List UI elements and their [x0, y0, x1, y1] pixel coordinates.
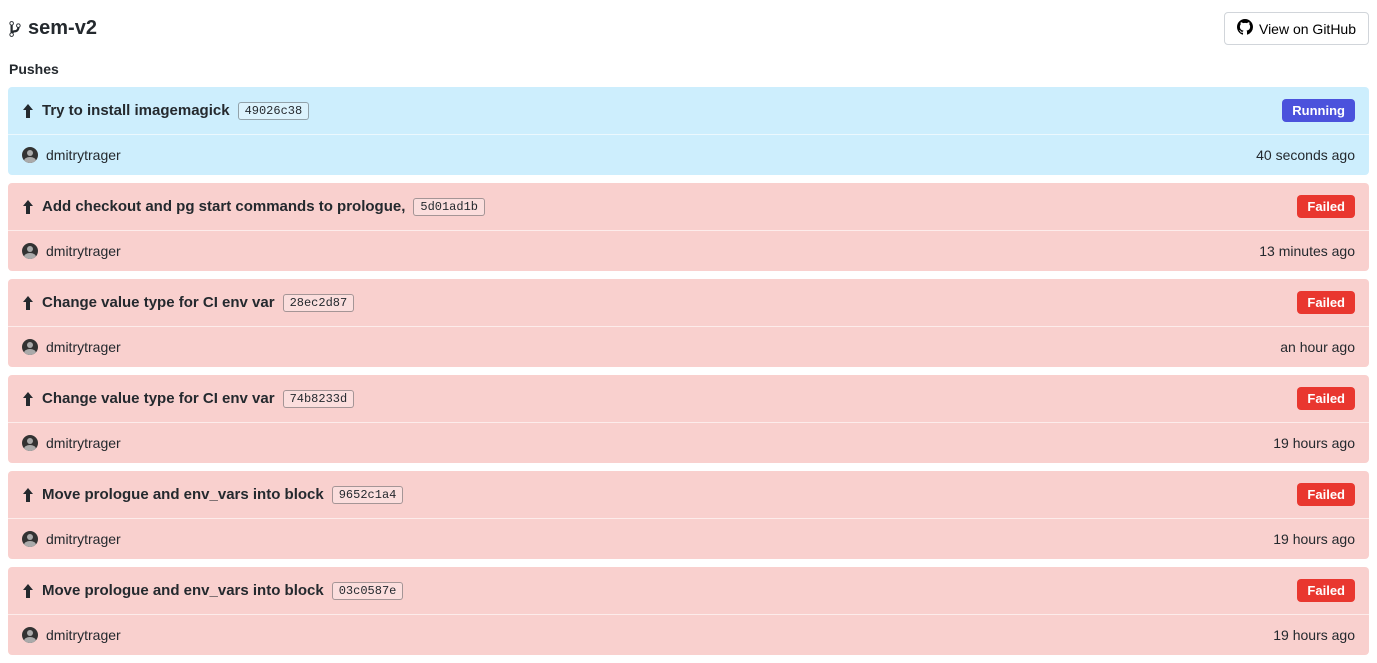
up-arrow-icon — [22, 392, 34, 406]
push-row-top: Change value type for CI env var 28ec2d8… — [8, 279, 1369, 326]
push-card[interactable]: Try to install imagemagick 49026c38 Runn… — [8, 87, 1369, 175]
push-title-group: Change value type for CI env var 74b8233… — [22, 390, 354, 408]
push-card[interactable]: Change value type for CI env var 28ec2d8… — [8, 279, 1369, 367]
commit-hash[interactable]: 49026c38 — [238, 102, 310, 120]
avatar — [22, 339, 38, 355]
push-row-bottom: dmitrytrager 19 hours ago — [8, 518, 1369, 559]
status-badge: Running — [1282, 99, 1355, 122]
author-name: dmitrytrager — [46, 147, 121, 163]
status-badge: Failed — [1297, 291, 1355, 314]
status-badge: Failed — [1297, 579, 1355, 602]
up-arrow-icon — [22, 296, 34, 310]
push-row-bottom: dmitrytrager 19 hours ago — [8, 614, 1369, 655]
commit-hash[interactable]: 03c0587e — [332, 582, 404, 600]
time-ago: 40 seconds ago — [1256, 147, 1355, 163]
status-badge: Failed — [1297, 483, 1355, 506]
push-row-top: Add checkout and pg start commands to pr… — [8, 183, 1369, 230]
push-row-top: Try to install imagemagick 49026c38 Runn… — [8, 87, 1369, 134]
push-title[interactable]: Change value type for CI env var — [42, 294, 275, 311]
time-ago: 13 minutes ago — [1259, 243, 1355, 259]
author-group[interactable]: dmitrytrager — [22, 435, 121, 451]
up-arrow-icon — [22, 584, 34, 598]
up-arrow-icon — [22, 200, 34, 214]
view-on-github-button[interactable]: View on GitHub — [1224, 12, 1369, 45]
push-card[interactable]: Change value type for CI env var 74b8233… — [8, 375, 1369, 463]
author-name: dmitrytrager — [46, 435, 121, 451]
status-badge: Failed — [1297, 387, 1355, 410]
time-ago: 19 hours ago — [1273, 531, 1355, 547]
push-row-bottom: dmitrytrager 40 seconds ago — [8, 134, 1369, 175]
pushes-list: Try to install imagemagick 49026c38 Runn… — [8, 87, 1369, 655]
commit-hash[interactable]: 9652c1a4 — [332, 486, 404, 504]
push-title[interactable]: Move prologue and env_vars into block — [42, 582, 324, 599]
push-title-group: Try to install imagemagick 49026c38 — [22, 102, 309, 120]
time-ago: 19 hours ago — [1273, 435, 1355, 451]
author-group[interactable]: dmitrytrager — [22, 627, 121, 643]
github-icon — [1237, 19, 1253, 38]
author-name: dmitrytrager — [46, 627, 121, 643]
avatar — [22, 147, 38, 163]
branch-title: sem-v2 — [8, 17, 97, 40]
push-title-group: Move prologue and env_vars into block 96… — [22, 486, 403, 504]
push-card[interactable]: Move prologue and env_vars into block 03… — [8, 567, 1369, 655]
author-group[interactable]: dmitrytrager — [22, 339, 121, 355]
push-title[interactable]: Try to install imagemagick — [42, 102, 230, 119]
push-title[interactable]: Change value type for CI env var — [42, 390, 275, 407]
commit-hash[interactable]: 28ec2d87 — [283, 294, 355, 312]
push-title-group: Move prologue and env_vars into block 03… — [22, 582, 403, 600]
page-header: sem-v2 View on GitHub — [8, 8, 1369, 61]
time-ago: 19 hours ago — [1273, 627, 1355, 643]
up-arrow-icon — [22, 488, 34, 502]
up-arrow-icon — [22, 104, 34, 118]
push-card[interactable]: Add checkout and pg start commands to pr… — [8, 183, 1369, 271]
status-badge: Failed — [1297, 195, 1355, 218]
author-group[interactable]: dmitrytrager — [22, 531, 121, 547]
github-button-label: View on GitHub — [1259, 21, 1356, 37]
push-title-group: Change value type for CI env var 28ec2d8… — [22, 294, 354, 312]
push-row-bottom: dmitrytrager 19 hours ago — [8, 422, 1369, 463]
author-name: dmitrytrager — [46, 531, 121, 547]
author-name: dmitrytrager — [46, 243, 121, 259]
push-row-top: Move prologue and env_vars into block 96… — [8, 471, 1369, 518]
avatar — [22, 435, 38, 451]
push-row-top: Move prologue and env_vars into block 03… — [8, 567, 1369, 614]
commit-hash[interactable]: 5d01ad1b — [413, 198, 485, 216]
author-name: dmitrytrager — [46, 339, 121, 355]
commit-hash[interactable]: 74b8233d — [283, 390, 355, 408]
author-group[interactable]: dmitrytrager — [22, 243, 121, 259]
avatar — [22, 243, 38, 259]
author-group[interactable]: dmitrytrager — [22, 147, 121, 163]
git-branch-icon — [8, 20, 22, 38]
branch-name: sem-v2 — [28, 17, 97, 40]
avatar — [22, 531, 38, 547]
push-title[interactable]: Move prologue and env_vars into block — [42, 486, 324, 503]
avatar — [22, 627, 38, 643]
section-title: Pushes — [8, 61, 1369, 77]
push-row-bottom: dmitrytrager an hour ago — [8, 326, 1369, 367]
push-row-top: Change value type for CI env var 74b8233… — [8, 375, 1369, 422]
time-ago: an hour ago — [1280, 339, 1355, 355]
push-title-group: Add checkout and pg start commands to pr… — [22, 198, 485, 216]
push-row-bottom: dmitrytrager 13 minutes ago — [8, 230, 1369, 271]
push-card[interactable]: Move prologue and env_vars into block 96… — [8, 471, 1369, 559]
push-title[interactable]: Add checkout and pg start commands to pr… — [42, 198, 405, 215]
